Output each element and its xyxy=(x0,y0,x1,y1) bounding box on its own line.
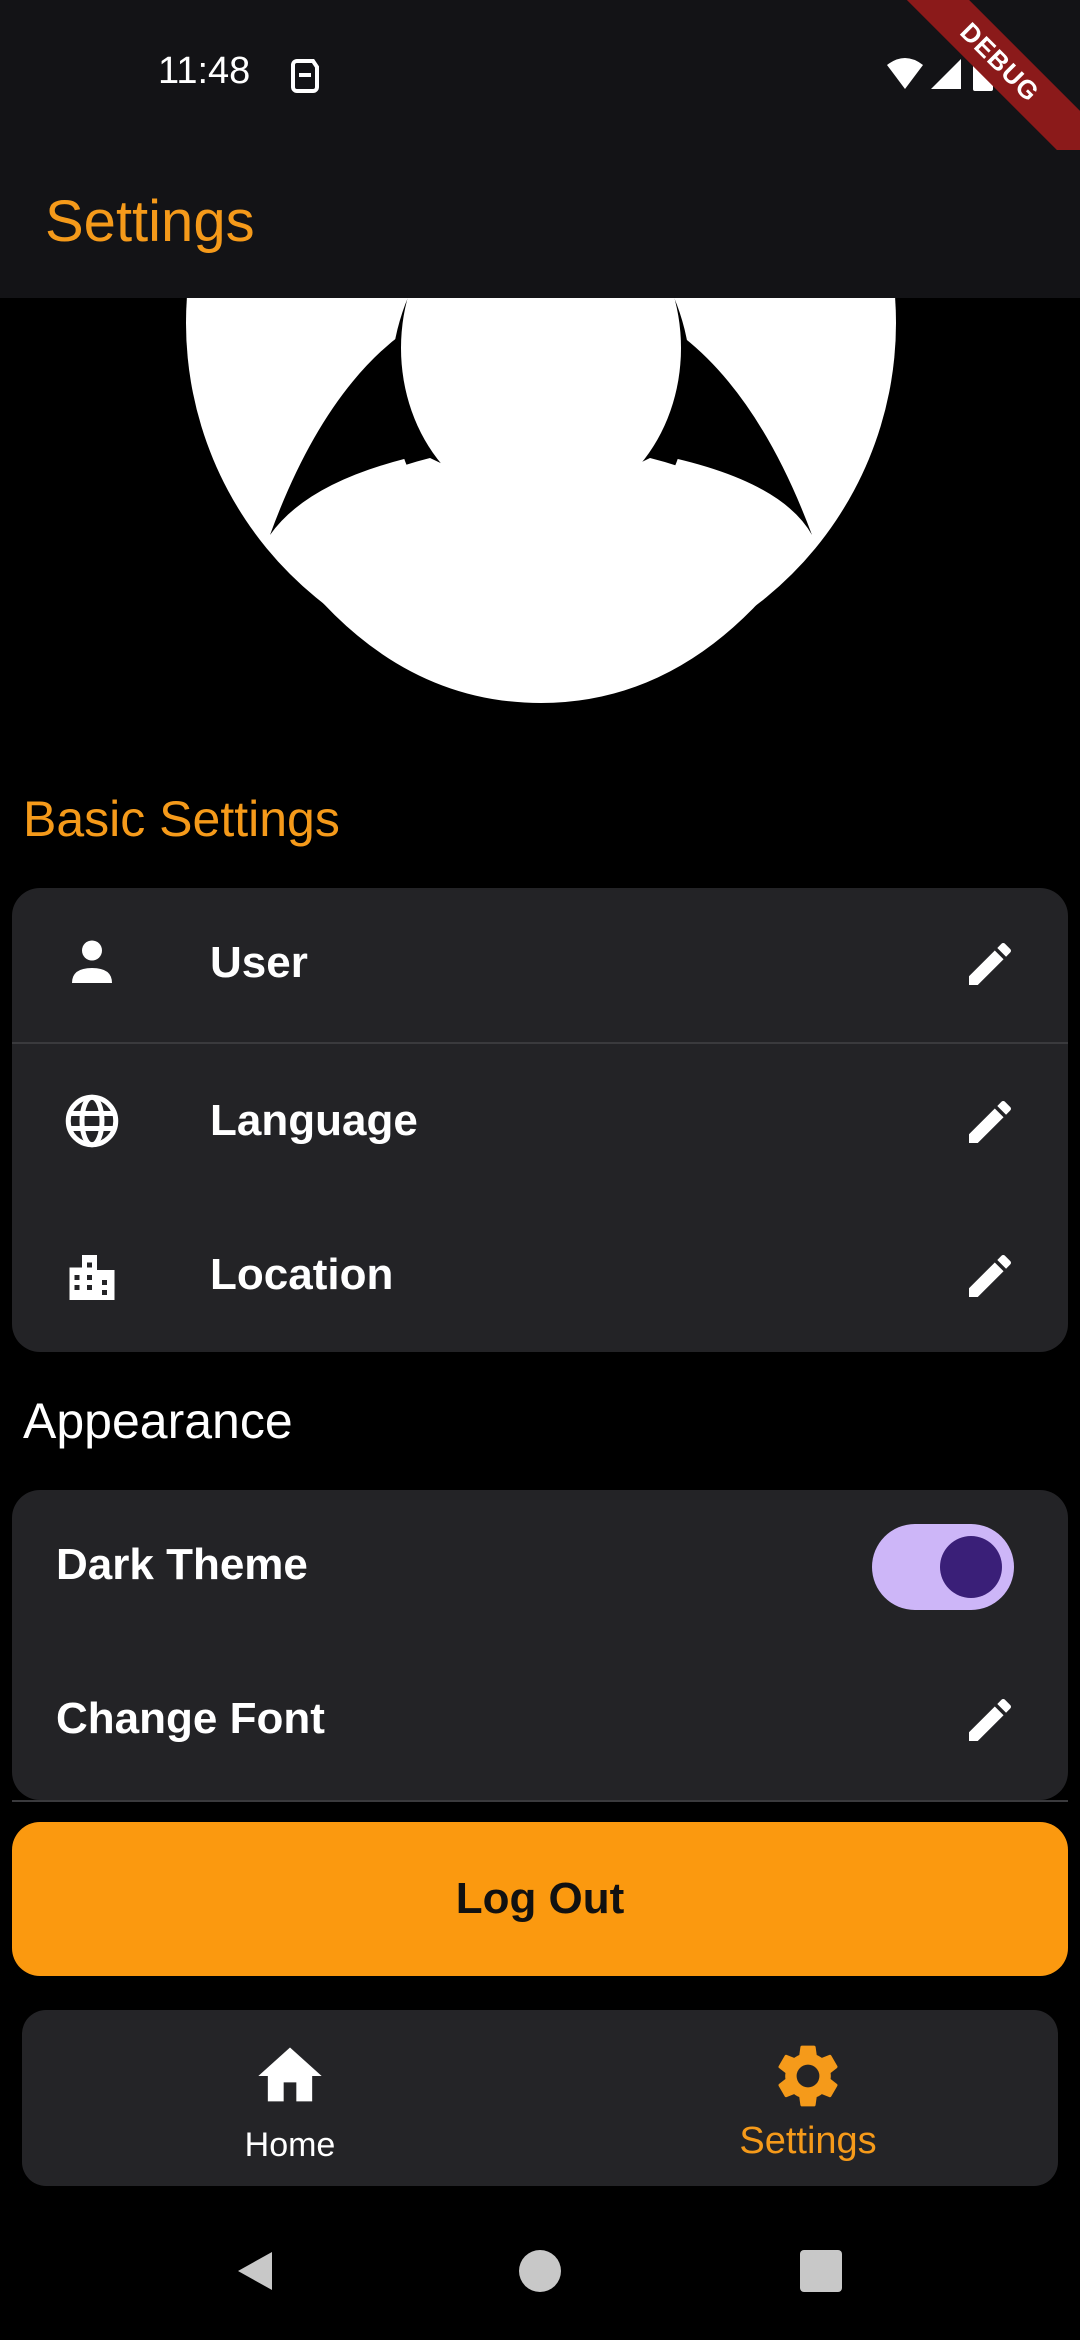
settings-row-location[interactable]: Location xyxy=(12,1200,1068,1350)
city-icon xyxy=(69,1255,115,1300)
globe-icon xyxy=(65,1094,119,1148)
recents-icon[interactable] xyxy=(798,2248,844,2294)
dark-theme-label: Dark Theme xyxy=(56,1540,308,1589)
home-circle-icon[interactable] xyxy=(517,2248,563,2294)
settings-row-label: User xyxy=(210,938,308,987)
settings-row-change-font[interactable]: Change Font xyxy=(12,1644,1068,1794)
edit-icon[interactable] xyxy=(962,936,1018,992)
app-bar: Settings xyxy=(0,150,1080,298)
divider xyxy=(12,1800,1068,1802)
home-icon xyxy=(258,2047,322,2102)
profile-avatar[interactable] xyxy=(0,298,1080,738)
settings-row-user[interactable]: User xyxy=(12,888,1068,1038)
edit-icon[interactable] xyxy=(962,1692,1018,1748)
nav-label-home: Home xyxy=(244,2126,336,2164)
person-icon xyxy=(72,940,112,983)
page-title: Settings xyxy=(45,189,255,254)
appearance-card: Dark Theme Change Font xyxy=(12,1490,1068,1800)
basic-settings-title: Basic Settings xyxy=(23,791,340,847)
sim-card-icon xyxy=(291,59,319,93)
signal-icon xyxy=(931,59,961,89)
gear-icon xyxy=(778,2045,838,2107)
divider xyxy=(12,1042,1068,1044)
system-navigation-bar xyxy=(0,2200,1080,2340)
toggle-knob xyxy=(940,1536,1002,1598)
back-icon[interactable] xyxy=(232,2248,278,2294)
edit-icon[interactable] xyxy=(962,1248,1018,1304)
settings-row-language[interactable]: Language xyxy=(12,1046,1068,1196)
dark-theme-toggle[interactable] xyxy=(872,1524,1014,1610)
settings-row-label: Language xyxy=(210,1096,418,1145)
nav-item-settings[interactable]: Settings xyxy=(658,2010,958,2186)
wifi-icon xyxy=(887,58,923,89)
status-bar: 11:48 DEBUG xyxy=(0,0,1080,184)
logout-button[interactable]: Log Out xyxy=(12,1822,1068,1976)
nav-label-settings: Settings xyxy=(739,2120,877,2162)
settings-row-label: Location xyxy=(210,1250,394,1299)
appearance-title: Appearance xyxy=(23,1393,293,1449)
bottom-navigation: Home Settings xyxy=(22,2010,1058,2186)
status-time: 11:48 xyxy=(158,50,251,92)
change-font-label: Change Font xyxy=(56,1694,325,1743)
basic-settings-card: User Language Location xyxy=(12,888,1068,1352)
edit-icon[interactable] xyxy=(962,1094,1018,1150)
nav-item-home[interactable]: Home xyxy=(140,2010,440,2186)
settings-row-dark-theme[interactable]: Dark Theme xyxy=(12,1490,1068,1640)
avatar-icon xyxy=(186,298,896,703)
